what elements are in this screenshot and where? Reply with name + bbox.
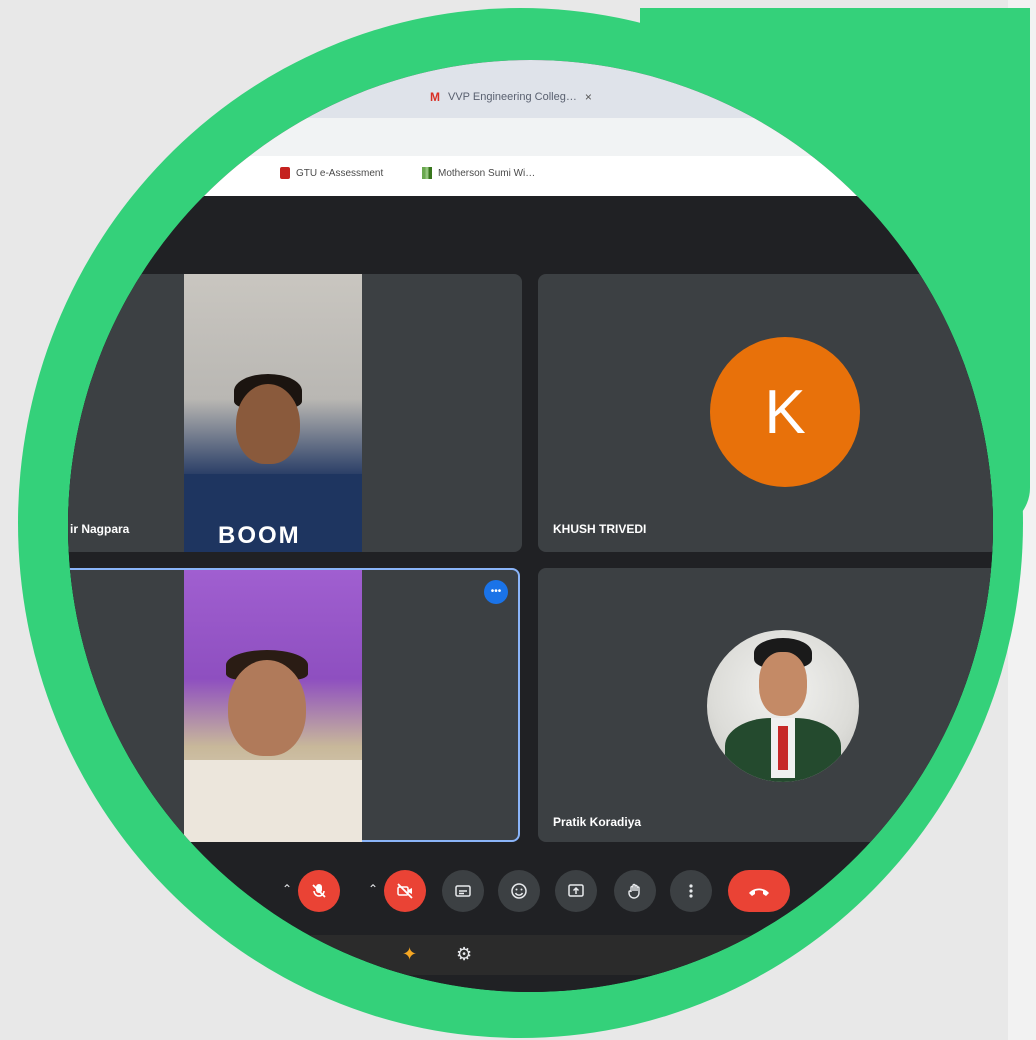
bookmark-gtu[interactable]: GTU e-Assessment — [280, 167, 383, 179]
participant-name: Pratik Koradiya — [553, 815, 642, 829]
call-end-icon — [749, 888, 769, 896]
close-icon[interactable]: × — [585, 90, 592, 104]
gmail-icon: M — [430, 90, 440, 104]
os-taskbar — [68, 935, 993, 975]
more-vert-icon — [689, 884, 693, 898]
participant-video — [184, 570, 362, 842]
chevron-up-icon[interactable]: ⌃ — [368, 882, 378, 896]
participant-face — [236, 384, 300, 464]
browser-tab[interactable]: × — [300, 82, 315, 112]
address-bar[interactable] — [68, 118, 993, 156]
avatar-face — [759, 652, 807, 716]
more-options-button[interactable] — [670, 870, 712, 912]
participant-face — [228, 660, 306, 756]
avatar — [707, 630, 859, 782]
emoji-button[interactable] — [498, 870, 540, 912]
emoji-icon — [511, 883, 527, 899]
chart-icon — [422, 167, 432, 179]
app-icon[interactable]: ✦ — [402, 944, 417, 965]
meet-screen: × M VVP Engineering Colleg… × GTU e-Asse… — [68, 60, 993, 992]
bookmarks-bar: GTU e-Assessment Motherson Sumi Wi… — [68, 156, 993, 197]
browser-tab-vvp[interactable]: M VVP Engineering Colleg… × — [430, 82, 592, 112]
end-call-button[interactable] — [728, 870, 790, 912]
browser-tab-bar: × M VVP Engineering Colleg… × — [68, 60, 993, 118]
bookmark-icon — [280, 167, 290, 179]
present-icon — [568, 884, 584, 897]
participant-name: KHUSH TRIVEDI — [553, 522, 647, 536]
settings-icon[interactable]: ⚙ — [456, 944, 472, 965]
raise-hand-button[interactable] — [614, 870, 656, 912]
shirt-print: BOOM — [218, 522, 301, 549]
participant-name: ir Nagpara — [70, 522, 130, 536]
present-button[interactable] — [555, 870, 597, 912]
tab-label: VVP Engineering Colleg… — [448, 91, 577, 103]
participant-video: BOOM — [184, 274, 362, 552]
raise-hand-icon — [628, 883, 640, 899]
participant-shirt — [184, 760, 362, 842]
screenshot-viewport: × M VVP Engineering Colleg… × GTU e-Asse… — [68, 60, 993, 992]
camera-off-button[interactable] — [384, 870, 426, 912]
close-icon[interactable]: × — [308, 90, 315, 104]
chevron-up-icon[interactable]: ⌃ — [282, 882, 292, 896]
mic-off-button[interactable] — [298, 870, 340, 912]
bookmark-label: Motherson Sumi Wi… — [438, 167, 536, 179]
tile-options-button[interactable]: ••• — [484, 580, 508, 604]
bookmark-label: GTU e-Assessment — [296, 167, 384, 179]
captions-icon — [455, 885, 471, 897]
mic-off-icon — [312, 884, 326, 898]
camera-off-icon — [397, 883, 413, 899]
bookmark-motherson[interactable]: Motherson Sumi Wi… — [422, 167, 535, 179]
captions-button[interactable] — [442, 870, 484, 912]
avatar: K — [710, 337, 860, 487]
avatar-tie — [778, 726, 788, 770]
